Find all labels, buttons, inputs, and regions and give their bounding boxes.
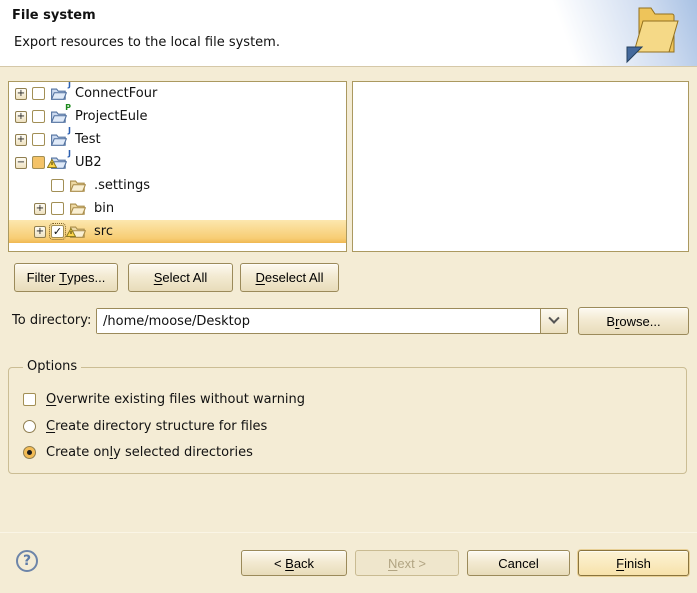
warning-overlay-icon [66, 226, 76, 241]
project-folder-icon: P [50, 109, 68, 124]
tree-label: UB2 [73, 155, 104, 170]
filter-types-button[interactable]: Filter Types... [14, 263, 118, 292]
question-icon: ? [23, 553, 31, 569]
create-selected-radio-selected[interactable] [23, 446, 36, 459]
collapse-minus-icon[interactable]: − [15, 157, 27, 169]
java-project-folder-icon: J [50, 86, 68, 101]
tree-label: .settings [92, 178, 152, 193]
tree-label: bin [92, 201, 116, 216]
page-description: Export resources to the local file syste… [14, 35, 280, 50]
combo-dropdown-button[interactable] [540, 309, 567, 333]
to-directory-label: To directory: [12, 308, 91, 334]
java-badge: J [68, 149, 71, 158]
overwrite-label: Overwrite existing files without warning [46, 392, 305, 407]
tree-row-test[interactable]: + J Test [9, 128, 346, 151]
next-button-disabled: Next > [355, 550, 459, 576]
tree-row-ub2[interactable]: − J UB2 [9, 151, 346, 174]
expand-plus-icon[interactable]: + [15, 134, 27, 146]
tree-row-projecteule[interactable]: + P ProjectEule [9, 105, 346, 128]
resource-tree: + J ConnectFour + P ProjectEule + J Test… [8, 81, 347, 252]
expand-plus-icon[interactable]: + [34, 203, 46, 215]
back-button[interactable]: < Back [241, 550, 347, 576]
browse-button[interactable]: Browse... [578, 307, 689, 335]
expand-plus-icon[interactable]: + [15, 111, 27, 123]
file-list-panel [352, 81, 689, 252]
folder-icon [69, 201, 87, 216]
options-legend: Options [23, 359, 81, 374]
java-badge: J [68, 81, 71, 89]
destination-input[interactable] [97, 309, 540, 333]
checkbox-ub2-mixed[interactable] [32, 156, 45, 169]
tree-row-bin[interactable]: + bin [9, 197, 346, 220]
chevron-down-icon [548, 313, 559, 324]
deselect-all-button[interactable]: Deselect All [240, 263, 339, 292]
java-badge: J [68, 126, 71, 135]
java-project-folder-icon: J [50, 132, 68, 147]
folder-warning-icon [69, 224, 87, 239]
folder-icon [69, 178, 87, 193]
checkbox-bin[interactable] [51, 202, 64, 215]
create-structure-radio[interactable] [23, 420, 36, 433]
select-all-button[interactable]: Select All [128, 263, 233, 292]
overwrite-option[interactable]: Overwrite existing files without warning [23, 390, 305, 408]
warning-overlay-icon [47, 157, 57, 172]
checkbox-src-checked[interactable]: ✓ [51, 225, 64, 238]
checkbox-settings[interactable] [51, 179, 64, 192]
tree-label: ConnectFour [73, 86, 159, 101]
tree-row-connectfour[interactable]: + J ConnectFour [9, 82, 346, 105]
create-selected-label: Create only selected directories [46, 445, 253, 460]
tree-label: Test [73, 132, 103, 147]
destination-combo [96, 308, 568, 334]
checkbox-projecteule[interactable] [32, 110, 45, 123]
help-button[interactable]: ? [16, 550, 38, 572]
expand-plus-icon[interactable]: + [15, 88, 27, 100]
expand-plus-icon[interactable]: + [34, 226, 46, 238]
create-structure-label: Create directory structure for files [46, 419, 267, 434]
page-title: File system [12, 8, 96, 23]
tree-row-settings[interactable]: .settings [9, 174, 346, 197]
tree-row-src-selected[interactable]: + ✓ src [9, 220, 346, 243]
java-project-warning-folder-icon: J [50, 155, 68, 170]
create-structure-option[interactable]: Create directory structure for files [23, 417, 267, 435]
footer-separator [0, 532, 697, 533]
checkbox-connectfour[interactable] [32, 87, 45, 100]
create-selected-option[interactable]: Create only selected directories [23, 443, 253, 461]
overwrite-checkbox[interactable] [23, 393, 36, 406]
wizard-banner: File system Export resources to the loca… [0, 0, 697, 67]
finish-button[interactable]: Finish [578, 550, 689, 576]
tree-label: ProjectEule [73, 109, 150, 124]
cancel-button[interactable]: Cancel [467, 550, 570, 576]
export-folder-icon [623, 3, 685, 69]
options-group: Options Overwrite existing files without… [8, 367, 687, 474]
project-badge: P [65, 103, 71, 112]
tree-label: src [92, 224, 115, 239]
checkbox-test[interactable] [32, 133, 45, 146]
